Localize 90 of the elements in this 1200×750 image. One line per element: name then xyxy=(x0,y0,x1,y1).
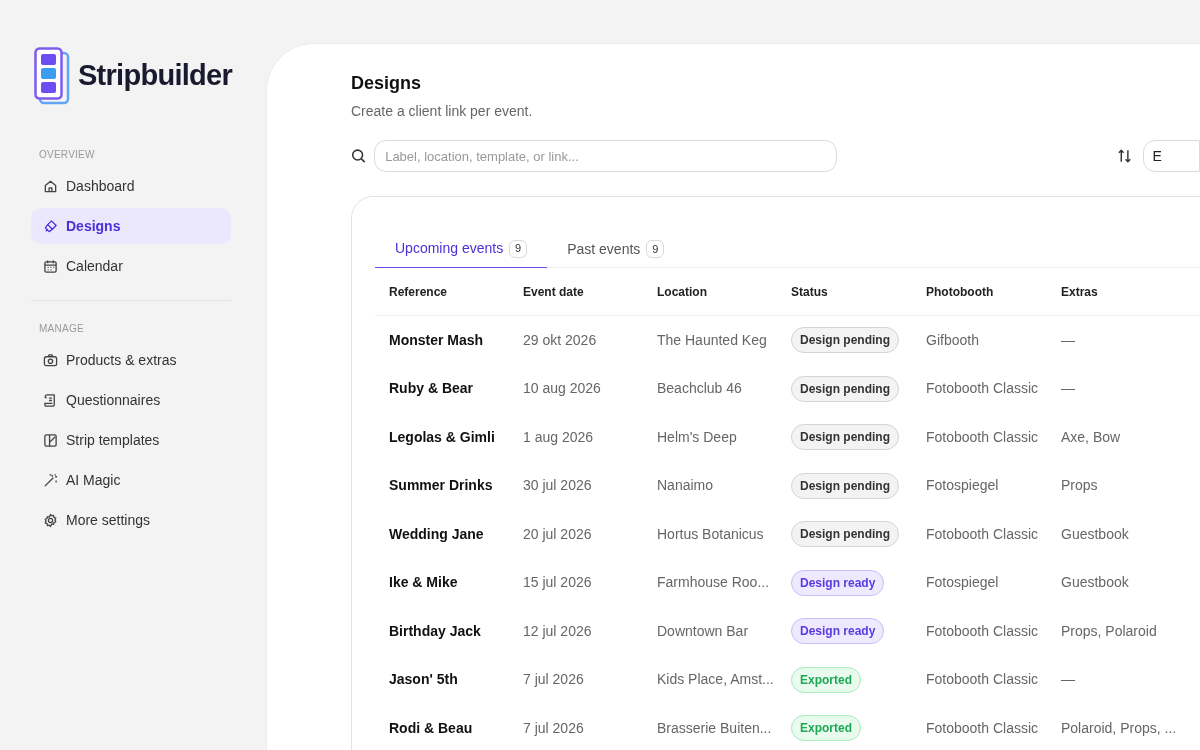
table-cell-text: Fotobooth Classic xyxy=(926,718,1040,738)
brush-icon xyxy=(43,218,58,234)
column-header[interactable]: Location xyxy=(657,282,791,301)
camera-icon xyxy=(43,352,58,368)
count-badge: 9 xyxy=(509,239,528,258)
settings-icon xyxy=(43,512,58,528)
count-badge: 9 xyxy=(646,240,665,258)
table-cell-text: Ruby & Bear xyxy=(389,379,475,399)
table-cell-text: 15 jul 2026 xyxy=(523,573,593,593)
nav-item[interactable]: Strip templates xyxy=(31,422,231,458)
table-cell-text: Guestbook xyxy=(1061,524,1130,544)
table-cell-text: — xyxy=(1061,330,1076,350)
table-cell-text: 29 okt 2026 xyxy=(523,330,598,350)
table-cell-text: Gifbooth xyxy=(926,330,980,350)
status-badge: Design pending xyxy=(791,472,899,499)
table-cell-text: 12 jul 2026 xyxy=(523,621,593,641)
table-cell-text: Fotobooth Classic xyxy=(926,621,1040,641)
table-cell-text: Beachclub 46 xyxy=(657,379,743,399)
sort-select[interactable]: E xyxy=(1142,140,1200,172)
scroll-icon xyxy=(43,392,58,408)
section-heading: MANAGE xyxy=(38,322,85,336)
table-cell-text: 30 jul 2026 xyxy=(523,476,593,496)
search-field[interactable]: Label, location, template, or link... xyxy=(374,140,837,172)
table-cell-text: Props xyxy=(1061,476,1099,496)
status-badge: Exported xyxy=(791,666,861,693)
section-heading: OVERVIEW xyxy=(38,148,96,162)
nav-item[interactable]: Products & extras xyxy=(31,342,231,378)
nav-item[interactable]: Dashboard xyxy=(31,168,231,204)
page-title: Designs xyxy=(351,72,423,95)
table-cell-text: 7 jul 2026 xyxy=(523,718,585,738)
table-cell-text: Fotobooth Classic xyxy=(926,379,1040,399)
table-cell-text: Monster Mash xyxy=(389,330,485,350)
status-badge: Design pending xyxy=(791,424,899,451)
column-header[interactable]: Photobooth xyxy=(926,282,1061,301)
column-header[interactable]: Extras xyxy=(1061,282,1200,301)
nav-item[interactable]: Calendar xyxy=(31,248,231,284)
search-icon xyxy=(351,148,367,164)
template-icon xyxy=(43,432,58,448)
table-cell-text: — xyxy=(1061,670,1076,690)
table-cell-text: Hortus Botanicus xyxy=(657,524,765,544)
logo-icon xyxy=(34,46,70,105)
table-cell-text: 20 jul 2026 xyxy=(523,524,593,544)
nav-item[interactable]: Questionnaires xyxy=(31,382,231,418)
column-header[interactable]: Event date xyxy=(523,282,657,301)
table-cell-text: The Haunted Keg xyxy=(657,330,768,350)
table-cell-text: Wedding Jane xyxy=(389,524,485,544)
home-icon xyxy=(43,178,58,194)
tab[interactable]: Past events 9 xyxy=(547,230,685,268)
table-cell-text: Legolas & Gimli xyxy=(389,427,496,447)
table-cell-text: Kids Place, Amst... xyxy=(657,670,775,690)
nav-item[interactable]: Designs xyxy=(31,208,231,244)
table-cell-text: 1 aug 2026 xyxy=(523,427,595,447)
table-cell-text: Summer Drinks xyxy=(389,476,494,496)
table-cell-text: Downtown Bar xyxy=(657,621,750,641)
table-cell-text: Fotospiegel xyxy=(926,573,1000,593)
status-badge: Design ready xyxy=(791,569,885,596)
brand-name: Stripbuilder xyxy=(78,57,233,93)
table-cell-text: Farmhouse Roo... xyxy=(657,573,771,593)
wand-icon xyxy=(43,472,58,488)
table-cell-text: Props, Polaroid xyxy=(1061,621,1158,641)
nav-item[interactable]: More settings xyxy=(31,502,231,538)
status-badge: Design pending xyxy=(791,521,899,548)
calendar-icon xyxy=(43,258,58,274)
column-header[interactable]: Status xyxy=(791,282,926,301)
table-cell-text: Fotobooth Classic xyxy=(926,427,1040,447)
table-cell-text: Fotobooth Classic xyxy=(926,524,1040,544)
nav-item[interactable]: AI Magic xyxy=(31,462,231,498)
table-cell-text: Brasserie Buiten... xyxy=(657,718,773,738)
table-cell-text: Nanaimo xyxy=(657,476,715,496)
status-badge: Design pending xyxy=(791,327,899,354)
page-subtitle: Create a client link per event. xyxy=(351,102,534,121)
sort-icon[interactable] xyxy=(1117,148,1133,164)
table-cell-text: Fotospiegel xyxy=(926,476,1000,496)
status-badge: Exported xyxy=(791,715,861,742)
table-cell-text: Fotobooth Classic xyxy=(926,670,1040,690)
status-badge: Design ready xyxy=(791,618,885,645)
status-badge: Design pending xyxy=(791,375,899,402)
table-cell-text: Guestbook xyxy=(1061,573,1130,593)
column-header[interactable]: Reference xyxy=(389,282,523,301)
table-cell-text: Axe, Bow xyxy=(1061,427,1122,447)
table-cell-text: Birthday Jack xyxy=(389,621,482,641)
tab[interactable]: Upcoming events 9 xyxy=(375,230,548,268)
table-cell-text: Helm's Deep xyxy=(657,427,738,447)
table-cell-text: 10 aug 2026 xyxy=(523,379,602,399)
table-cell-text: Polaroid, Props, ... xyxy=(1061,718,1178,738)
table-cell-text: — xyxy=(1061,379,1076,399)
table-cell-text: Ike & Mike xyxy=(389,573,459,593)
table-cell-text: Rodi & Beau xyxy=(389,718,474,738)
table-cell-text: Jason' 5th xyxy=(389,670,459,690)
table-cell-text: 7 jul 2026 xyxy=(523,670,585,690)
